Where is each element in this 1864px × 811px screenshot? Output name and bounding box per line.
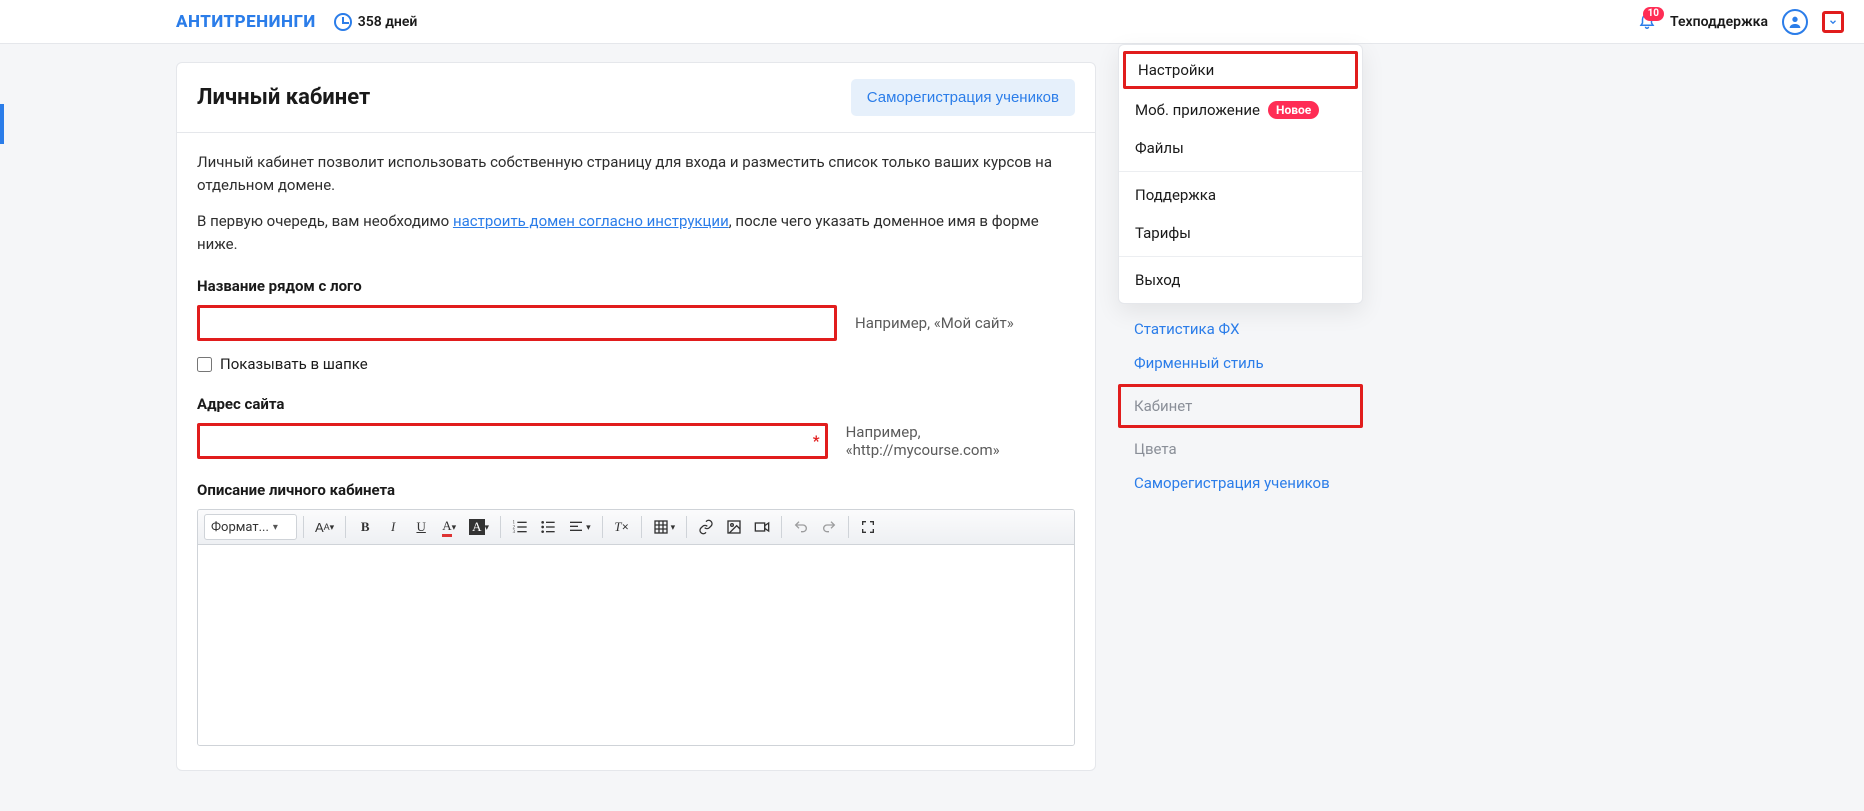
dropdown-item-support[interactable]: Поддержка [1119,176,1362,214]
editor-toolbar: Формат... ▾ AA ▾ B I U A ▾ A ▾ 123 [198,510,1074,545]
text-color-button[interactable]: A ▾ [436,514,462,540]
url-hint: Например, «http://mycourse.com» [846,423,1075,459]
dropdown-label: Поддержка [1135,186,1216,204]
dropdown-item-logout[interactable]: Выход [1119,261,1362,299]
name-near-logo-input[interactable] [197,305,837,341]
page-title: Личный кабинет [197,85,370,110]
setup-prefix: В первую очередь, вам необходимо [197,212,453,230]
notifications-count: 10 [1643,7,1664,21]
bg-color-button[interactable]: A ▾ [464,514,494,540]
avatar[interactable] [1782,9,1808,35]
format-select[interactable]: Формат... ▾ [204,514,297,540]
site-url-input[interactable] [197,423,828,459]
logo[interactable]: АНТИТРЕНИНГИ [176,12,316,32]
italic-button[interactable]: I [380,514,406,540]
bold-button[interactable]: B [352,514,378,540]
selfreg-button[interactable]: Саморегистрация учеников [851,79,1075,116]
editor-textarea[interactable] [198,545,1074,745]
side-nav: Статистика ФХ Фирменный стиль Кабинет Цв… [1118,312,1363,500]
svg-text:3: 3 [513,530,516,535]
dropdown-label: Файлы [1135,139,1184,157]
dropdown-item-files[interactable]: Файлы [1119,129,1362,167]
sidenav-stats[interactable]: Статистика ФХ [1118,312,1363,346]
topbar: АНТИТРЕНИНГИ 358 дней 10 Техподдержка [0,0,1864,44]
sidenav-cabinet[interactable]: Кабинет [1118,384,1363,428]
days-label: 358 дней [358,14,418,30]
user-label[interactable]: Техподдержка [1670,14,1768,30]
main-panel: Личный кабинет Саморегистрация учеников … [176,62,1096,771]
dropdown-item-mobile[interactable]: Моб. приложение Новое [1119,91,1362,129]
sidenav-colors[interactable]: Цвета [1118,432,1363,466]
dropdown-item-settings[interactable]: Настройки [1123,51,1358,89]
required-star: * [813,432,820,450]
setup-link[interactable]: настроить домен согласно инструкции [453,212,729,230]
redo-button[interactable] [816,514,842,540]
label-name-near-logo: Название рядом с лого [197,277,1075,295]
intro-text: Личный кабинет позволит использовать соб… [197,151,1075,196]
label-description: Описание личного кабинета [197,481,1075,499]
notifications-button[interactable]: 10 [1638,11,1656,33]
show-in-header-checkbox[interactable] [197,357,212,372]
underline-button[interactable]: U [408,514,434,540]
dropdown-item-tariffs[interactable]: Тарифы [1119,214,1362,252]
fullscreen-button[interactable] [855,514,881,540]
align-button[interactable]: ▾ [563,514,596,540]
days-remaining[interactable]: 358 дней [334,13,418,31]
font-size-button[interactable]: AA ▾ [310,514,339,540]
user-menu-toggle[interactable] [1822,11,1844,33]
label-site-url: Адрес сайта [197,395,1075,413]
setup-text: В первую очередь, вам необходимо настрои… [197,210,1075,255]
undo-button[interactable] [788,514,814,540]
dropdown-label: Настройки [1138,61,1214,79]
chevron-down-icon: ▾ [273,522,278,533]
dropdown-label: Моб. приложение [1135,101,1260,119]
dropdown-label: Выход [1135,271,1180,289]
rich-text-editor: Формат... ▾ AA ▾ B I U A ▾ A ▾ 123 [197,509,1075,746]
user-dropdown: Настройки Моб. приложение Новое Файлы По… [1118,44,1363,304]
bullet-list-button[interactable] [535,514,561,540]
name-hint: Например, «Мой сайт» [855,314,1014,332]
sidenav-brand-style[interactable]: Фирменный стиль [1118,346,1363,380]
image-button[interactable] [721,514,747,540]
sidenav-selfreg[interactable]: Саморегистрация учеников [1118,466,1363,500]
video-button[interactable] [749,514,775,540]
left-active-marker [0,104,4,144]
show-in-header-label: Показывать в шапке [220,355,368,373]
clock-icon [334,13,352,31]
numbered-list-button[interactable]: 123 [507,514,533,540]
dropdown-label: Тарифы [1135,224,1191,242]
table-button[interactable]: ▾ [648,514,681,540]
new-badge: Новое [1268,101,1319,119]
link-button[interactable] [693,514,719,540]
format-select-label: Формат... [211,520,269,535]
clear-format-button[interactable]: T✕ [609,514,635,540]
